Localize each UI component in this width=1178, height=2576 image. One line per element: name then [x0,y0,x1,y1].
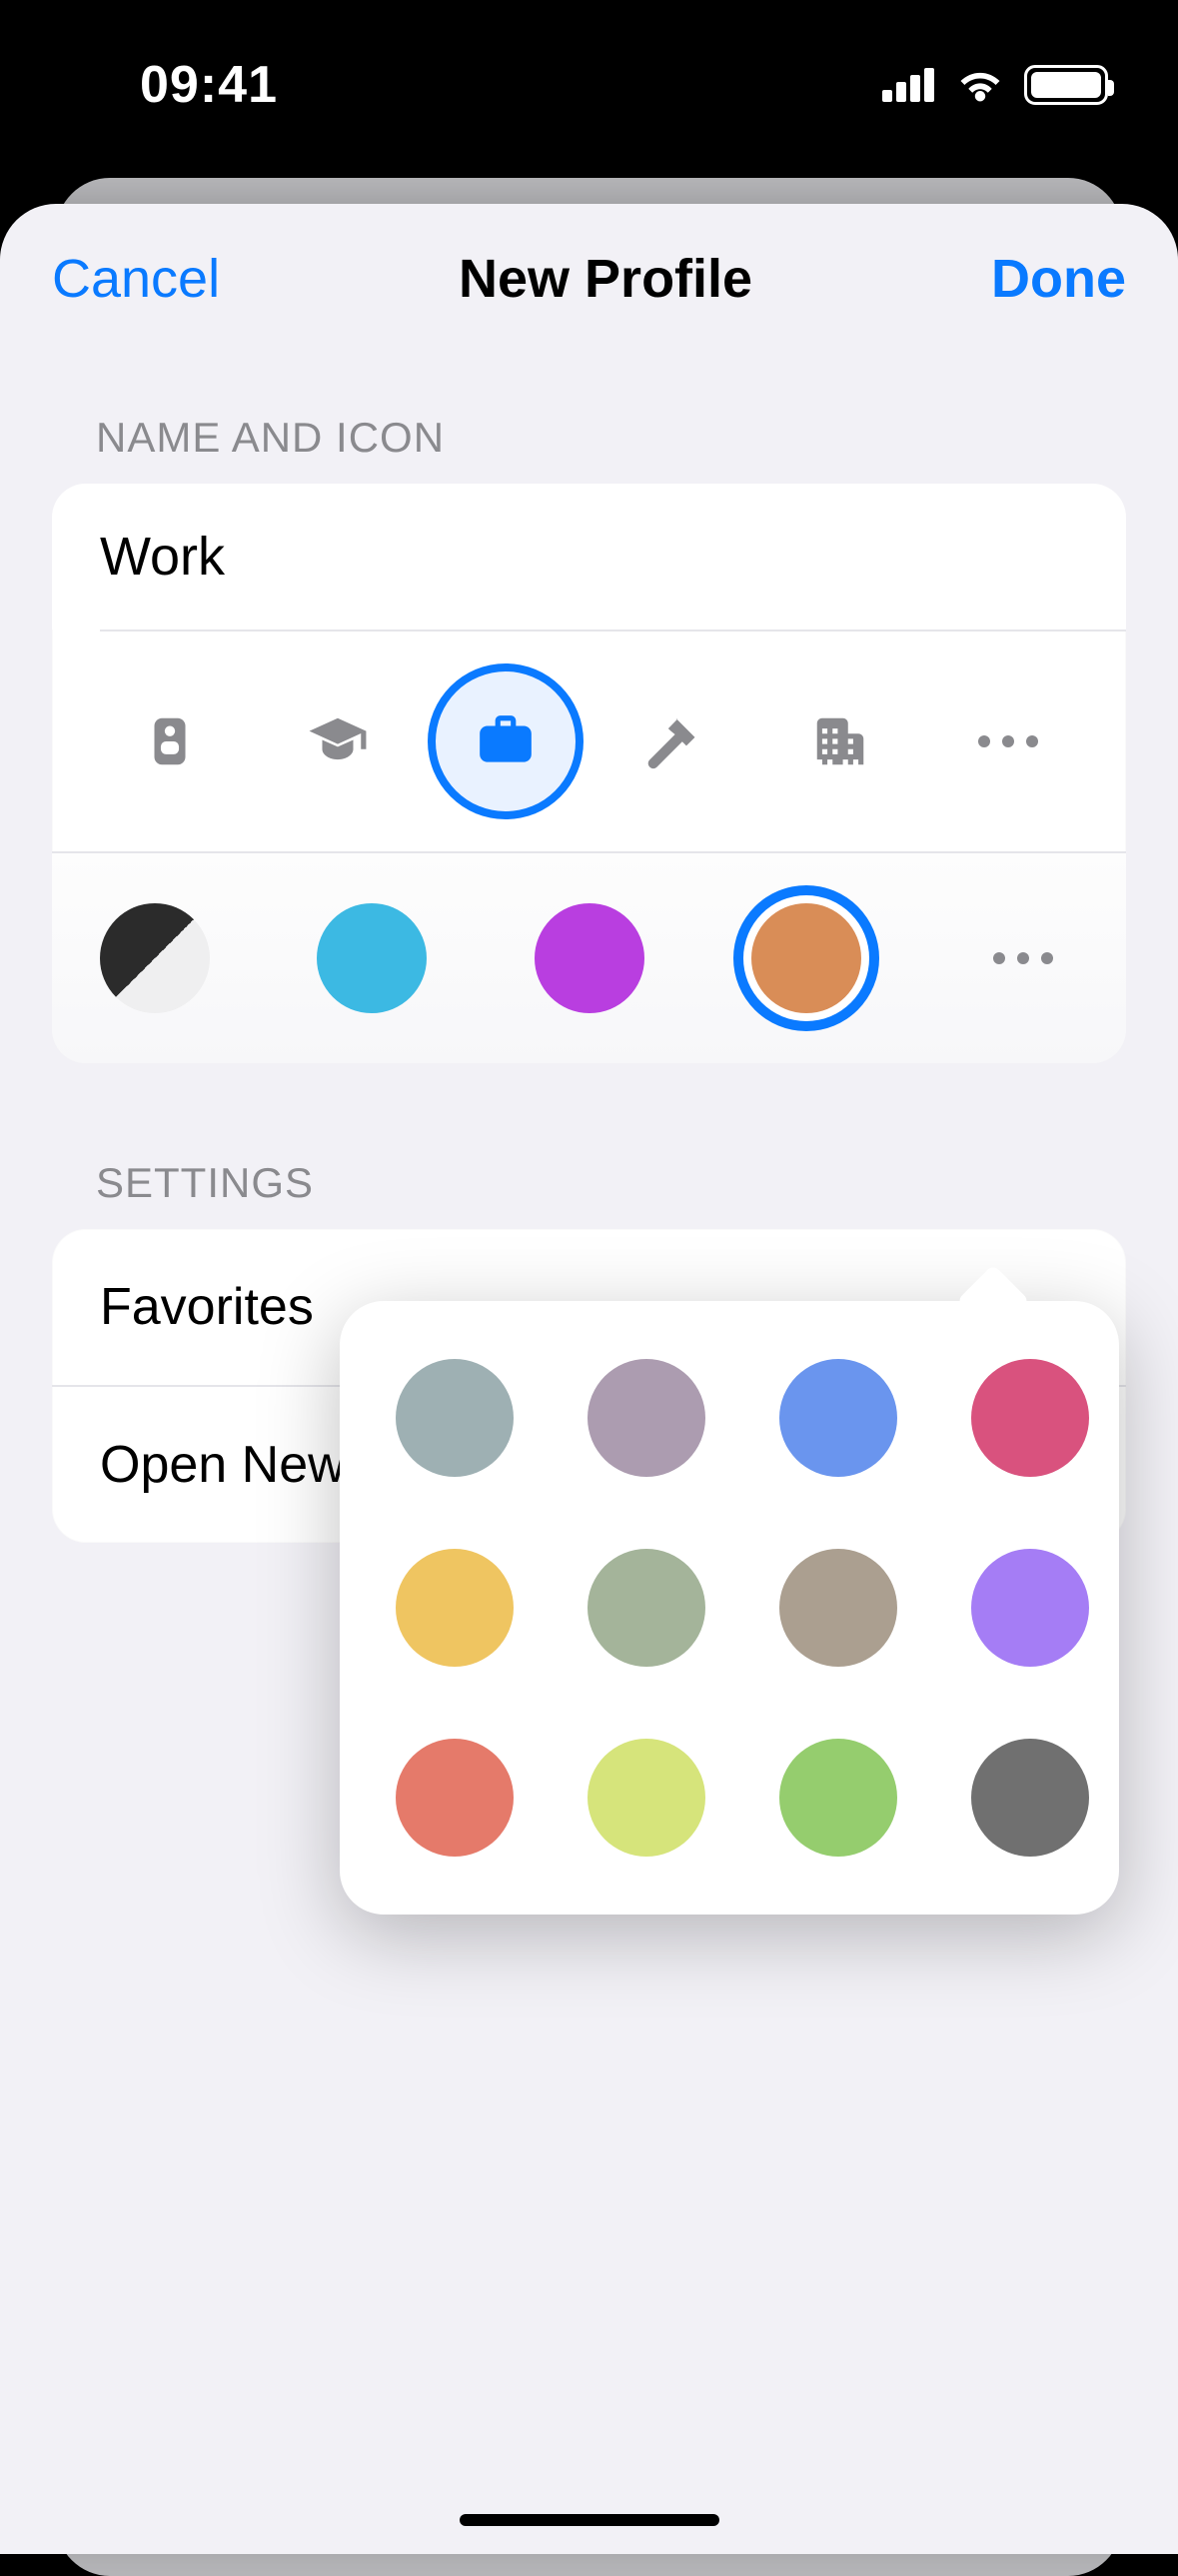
pop-slate[interactable] [396,1359,514,1477]
briefcase-icon[interactable] [436,671,576,811]
wifi-icon [954,63,1006,108]
color-cyan[interactable] [317,903,427,1013]
section-header-name-icon: NAME AND ICON [96,414,1126,462]
ellipsis-icon [993,952,1053,964]
profile-name-input[interactable] [52,484,1126,630]
graduation-icon[interactable] [268,671,408,811]
nav-bar: Cancel New Profile Done [0,204,1178,354]
pop-gray[interactable] [971,1739,1089,1857]
status-icons [882,63,1108,108]
color-orange[interactable] [751,903,861,1013]
building-icon[interactable] [770,671,910,811]
badge-icon[interactable] [100,671,240,811]
color-popover [340,1301,1119,1915]
pop-taupe[interactable] [779,1549,897,1667]
cancel-button[interactable]: Cancel [52,248,220,310]
more-icons-button[interactable] [938,671,1078,811]
ellipsis-icon [978,735,1038,747]
home-indicator [460,2514,719,2526]
color-picker-row [52,853,1126,1063]
favorites-label: Favorites [100,1277,314,1337]
pop-blue[interactable] [779,1359,897,1477]
pop-yellow[interactable] [396,1549,514,1667]
color-purple[interactable] [535,903,644,1013]
pop-green[interactable] [779,1739,897,1857]
pop-pink[interactable] [971,1359,1089,1477]
hammer-icon[interactable] [602,671,742,811]
pop-coral[interactable] [396,1739,514,1857]
pop-mauve[interactable] [588,1359,705,1477]
name-and-icon-card [52,484,1126,1063]
battery-icon [1024,65,1108,105]
pop-violet[interactable] [971,1549,1089,1667]
done-button[interactable]: Done [991,248,1126,310]
status-bar: 09:41 [0,0,1178,170]
icon-picker-row [52,632,1126,851]
pop-lime[interactable] [588,1739,705,1857]
cellular-icon [882,68,936,102]
modal-sheet: Cancel New Profile Done NAME AND ICON [0,204,1178,2554]
more-colors-button[interactable] [968,952,1078,964]
section-header-settings: SETTINGS [96,1159,1126,1207]
status-time: 09:41 [140,55,278,115]
pop-sage[interactable] [588,1549,705,1667]
page-title: New Profile [459,248,752,310]
color-duo[interactable] [100,903,210,1013]
